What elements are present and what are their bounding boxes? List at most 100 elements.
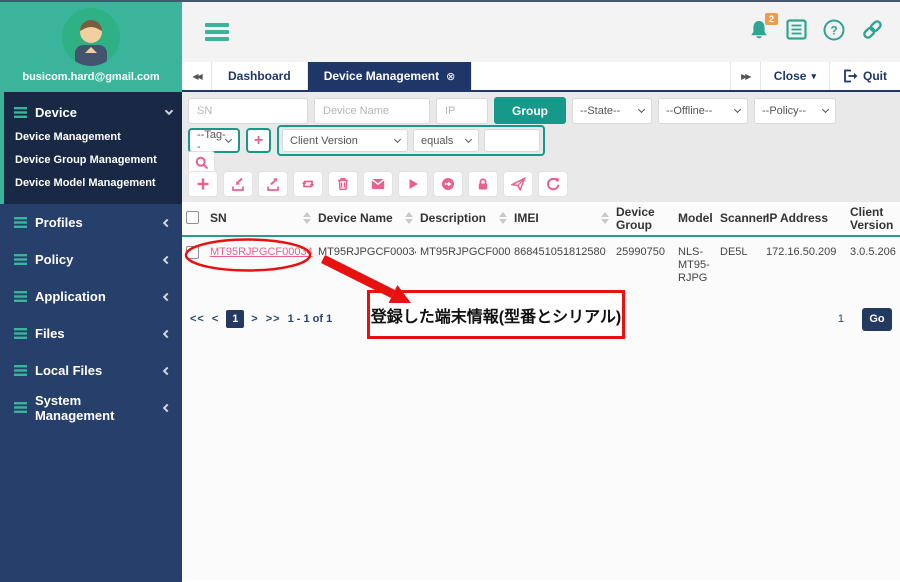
- send-command-button[interactable]: [503, 171, 533, 197]
- filter-field-value: Client Version: [290, 135, 358, 147]
- sort-icon[interactable]: [601, 212, 609, 224]
- refresh-button[interactable]: [538, 171, 568, 197]
- help-button[interactable]: ?: [823, 19, 845, 46]
- send-message-button[interactable]: [363, 171, 393, 197]
- column-header-device-group[interactable]: Device Group: [612, 202, 674, 236]
- column-label: Device Group: [616, 205, 655, 232]
- column-header-model[interactable]: Model: [674, 202, 716, 236]
- sn-link[interactable]: MT95RJPGCF00034: [210, 246, 313, 258]
- row-checkbox[interactable]: [186, 246, 199, 259]
- sidebar-section-device: Device Device Management Device Group Ma…: [0, 92, 182, 204]
- sync-button[interactable]: [293, 171, 323, 197]
- column-header-scanner[interactable]: Scanner: [716, 202, 762, 236]
- tabs-scroll-right-button[interactable]: ▶▶: [730, 62, 760, 90]
- log-list-button[interactable]: [786, 19, 807, 45]
- column-header-description[interactable]: Description: [416, 202, 510, 236]
- go-button[interactable]: Go: [862, 308, 892, 331]
- ip-input[interactable]: [436, 98, 488, 124]
- page-jump-value[interactable]: 1: [838, 313, 844, 325]
- cell-device-name: MT95RJPGCF00034: [314, 236, 416, 292]
- column-header-sn[interactable]: SN: [206, 202, 314, 236]
- quit-button[interactable]: Quit: [829, 62, 900, 90]
- chevron-down-icon: [734, 106, 741, 113]
- tabs-scroll-left-button[interactable]: ◀◀: [182, 62, 212, 90]
- lock-button[interactable]: [468, 171, 498, 197]
- import-icon: [231, 177, 245, 191]
- add-tag-button[interactable]: +: [246, 128, 271, 153]
- state-select[interactable]: --State--: [572, 98, 652, 124]
- share-link-button[interactable]: [861, 18, 884, 46]
- caret-down-icon: ▾: [811, 71, 816, 82]
- double-chevron-left-icon: ◀◀: [192, 72, 200, 81]
- sidebar-toggle-icon[interactable]: [205, 23, 229, 41]
- sidebar-item-label: Policy: [35, 252, 73, 267]
- list-icon: [786, 19, 807, 40]
- filter-operator-select[interactable]: equals: [413, 129, 479, 152]
- tab-dashboard[interactable]: Dashboard: [212, 62, 308, 90]
- filter-field-select[interactable]: Client Version: [282, 129, 408, 152]
- device-table: SN Device Name Description IMEI Device G…: [182, 202, 900, 292]
- column-header-ip-address[interactable]: IP Address: [762, 202, 846, 236]
- sidebar-item-device[interactable]: Device: [4, 100, 182, 126]
- sidebar-item-device-model-management[interactable]: Device Model Management: [15, 172, 182, 195]
- filter-keyword-input[interactable]: [484, 129, 540, 152]
- sidebar-item-system-management[interactable]: System Management: [0, 389, 182, 426]
- sidebar-item-label: Application: [35, 289, 106, 304]
- sidebar-item-files[interactable]: Files: [0, 315, 182, 352]
- export-button[interactable]: [258, 171, 288, 197]
- cell-description: MT95RJPGCF00034: [416, 236, 510, 292]
- sort-icon[interactable]: [303, 212, 311, 224]
- policy-select[interactable]: --Policy--: [754, 98, 836, 124]
- sort-icon[interactable]: [499, 212, 507, 224]
- prev-page-button[interactable]: <: [212, 313, 219, 325]
- avatar: [61, 7, 121, 67]
- start-button[interactable]: [398, 171, 428, 197]
- menu-icon: [14, 254, 27, 265]
- sidebar-item-profiles[interactable]: Profiles: [0, 204, 182, 241]
- add-device-button[interactable]: [188, 171, 218, 197]
- offline-select[interactable]: --Offline--: [658, 98, 748, 124]
- sidebar-item-local-files[interactable]: Local Files: [0, 352, 182, 389]
- sn-input[interactable]: [188, 98, 308, 124]
- tag-select[interactable]: --Tag--: [188, 128, 240, 153]
- close-tabs-button[interactable]: Close ▾: [760, 62, 829, 90]
- next-page-button[interactable]: >: [251, 313, 258, 325]
- column-header-imei[interactable]: IMEI: [510, 202, 612, 236]
- double-chevron-right-icon: ▶▶: [741, 72, 749, 81]
- sort-icon[interactable]: [405, 212, 413, 224]
- device-table-panel: SN Device Name Description IMEI Device G…: [182, 202, 900, 580]
- offline-select-value: --Offline--: [666, 105, 712, 117]
- chevron-down-icon: [165, 107, 173, 115]
- logout-icon: [843, 69, 858, 83]
- table-row: MT95RJPGCF00034 MT95RJPGCF00034 MT95RJPG…: [182, 236, 900, 292]
- menu-icon: [14, 217, 27, 228]
- svg-text:?: ?: [830, 23, 837, 37]
- sidebar-item-application[interactable]: Application: [0, 278, 182, 315]
- pagination-range-text: 1 - 1 of 1: [288, 313, 333, 325]
- current-page-button[interactable]: 1: [226, 310, 244, 328]
- sidebar-item-policy[interactable]: Policy: [0, 241, 182, 278]
- tab-device-management[interactable]: Device Management ⊗: [308, 62, 473, 90]
- delete-button[interactable]: [328, 171, 358, 197]
- sidebar-item-device-group-management[interactable]: Device Group Management: [15, 149, 182, 172]
- last-page-button[interactable]: >>: [266, 313, 281, 325]
- push-button[interactable]: [433, 171, 463, 197]
- import-button[interactable]: [223, 171, 253, 197]
- user-email: busicom.hard@gmail.com: [0, 71, 182, 83]
- annotation-note-box: 登録した端末情報(型番とシリアル): [367, 290, 625, 339]
- export-icon: [266, 177, 280, 191]
- cell-scanner: DE5L: [716, 236, 762, 292]
- column-header-device-name[interactable]: Device Name: [314, 202, 416, 236]
- select-all-checkbox[interactable]: [186, 211, 199, 224]
- column-label: SN: [210, 211, 227, 225]
- notifications-button[interactable]: 2: [748, 19, 770, 45]
- column-header-client-version[interactable]: Client Version: [846, 202, 900, 236]
- group-button[interactable]: Group: [494, 97, 566, 124]
- tab-close-icon[interactable]: ⊗: [446, 70, 455, 83]
- sidebar-item-label: System Management: [35, 393, 164, 423]
- device-name-input[interactable]: [314, 98, 430, 124]
- sidebar-item-label: Local Files: [35, 363, 102, 378]
- sidebar-item-device-management[interactable]: Device Management: [15, 126, 182, 149]
- first-page-button[interactable]: <<: [190, 313, 205, 325]
- chevron-down-icon: [822, 106, 829, 113]
